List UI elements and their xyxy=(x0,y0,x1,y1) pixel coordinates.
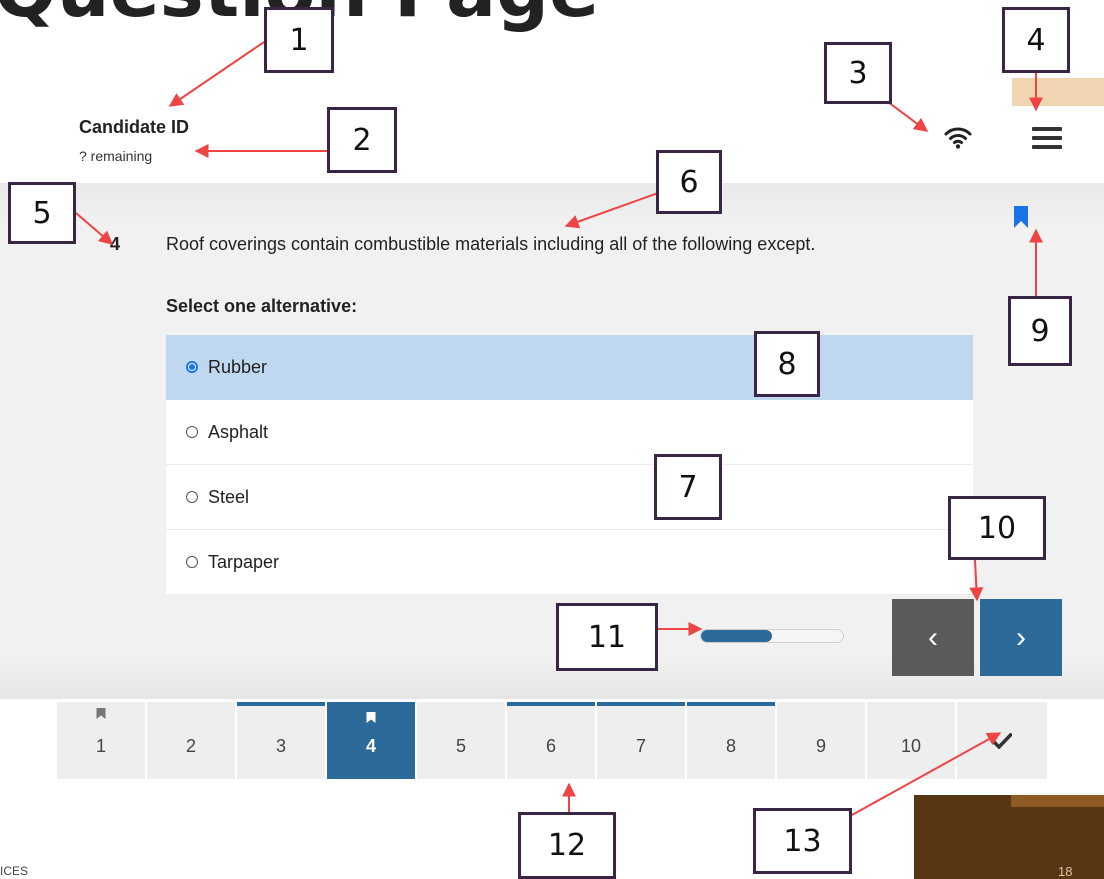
option-label: Steel xyxy=(208,486,250,507)
option-steel[interactable]: Steel xyxy=(166,465,973,530)
nav-question-8[interactable]: 8 xyxy=(687,702,775,779)
nav-question-9[interactable]: 9 xyxy=(777,702,865,779)
question-number: 4 xyxy=(110,234,121,254)
slide-page-number: 18 xyxy=(1058,864,1073,879)
callout-1: 1 xyxy=(264,7,334,73)
callout-7: 7 xyxy=(654,454,722,520)
option-tarpaper[interactable]: Tarpaper xyxy=(166,530,973,595)
nav-question-number: 2 xyxy=(185,736,196,756)
nav-question-2[interactable]: 2 xyxy=(147,702,235,779)
callout-12: 12 xyxy=(518,812,616,879)
previous-button[interactable]: ‹ xyxy=(892,599,974,676)
callout-9: 9 xyxy=(1008,296,1072,366)
accent-block xyxy=(1012,78,1104,106)
nav-question-number: 6 xyxy=(545,736,556,756)
nav-question-4[interactable]: 4 xyxy=(327,702,415,779)
callout-10: 10 xyxy=(948,496,1046,560)
callout-4: 4 xyxy=(1002,7,1070,73)
finish-button[interactable] xyxy=(957,702,1047,779)
decorative-stripe xyxy=(1011,795,1104,807)
wifi-icon xyxy=(944,127,972,149)
callout-2: 2 xyxy=(327,107,397,173)
nav-question-5[interactable]: 5 xyxy=(417,702,505,779)
radio-button[interactable] xyxy=(186,491,198,503)
nav-question-7[interactable]: 7 xyxy=(597,702,685,779)
bookmark-icon xyxy=(96,708,106,719)
checkmark-icon xyxy=(992,732,1012,749)
decorative-block xyxy=(914,795,1104,879)
question-navigation-bar: 1 2 3 4 5 6 7 8 9 10 xyxy=(57,702,1104,779)
option-label: Asphalt xyxy=(208,421,269,442)
callout-8: 8 xyxy=(754,331,820,397)
chevron-right-icon: › xyxy=(1016,620,1026,654)
nav-question-number: 4 xyxy=(365,736,376,756)
option-label: Rubber xyxy=(208,356,268,377)
callout-3: 3 xyxy=(824,42,892,104)
option-asphalt[interactable]: Asphalt xyxy=(166,400,973,465)
radio-button[interactable] xyxy=(186,361,198,373)
callout-5: 5 xyxy=(8,182,76,244)
nav-question-3[interactable]: 3 xyxy=(237,702,325,779)
nav-question-number: 5 xyxy=(455,736,466,756)
radio-button[interactable] xyxy=(186,556,198,568)
answer-options: Rubber Asphalt Steel Tarpaper xyxy=(166,335,973,595)
nav-question-number: 10 xyxy=(900,736,922,756)
option-label: Tarpaper xyxy=(208,551,280,572)
nav-question-number: 8 xyxy=(725,736,736,756)
bookmark-icon[interactable] xyxy=(1012,206,1030,228)
next-button[interactable]: › xyxy=(980,599,1062,676)
hamburger-menu-icon[interactable] xyxy=(1032,127,1062,149)
time-remaining: ? remaining xyxy=(79,148,153,164)
footer-text: ICES xyxy=(0,864,29,878)
progress-fill xyxy=(701,630,772,642)
nav-question-10[interactable]: 10 xyxy=(867,702,955,779)
question-text: Roof coverings contain combustible mater… xyxy=(166,234,816,254)
question-instruction: Select one alternative: xyxy=(166,296,358,316)
candidate-id-label: Candidate ID xyxy=(79,117,190,137)
nav-question-number: 7 xyxy=(635,736,646,756)
nav-question-6[interactable]: 6 xyxy=(507,702,595,779)
callout-13: 13 xyxy=(753,808,852,874)
nav-question-number: 1 xyxy=(95,736,106,756)
nav-question-number: 9 xyxy=(815,736,826,756)
chevron-left-icon: ‹ xyxy=(928,620,938,654)
radio-button[interactable] xyxy=(186,426,198,438)
nav-question-number: 3 xyxy=(275,736,286,756)
progress-bar xyxy=(700,629,844,643)
callout-11: 11 xyxy=(556,603,658,671)
nav-question-1[interactable]: 1 xyxy=(57,702,145,779)
callout-6: 6 xyxy=(656,150,722,214)
option-rubber[interactable]: Rubber xyxy=(166,335,973,400)
bookmark-icon xyxy=(366,712,376,723)
